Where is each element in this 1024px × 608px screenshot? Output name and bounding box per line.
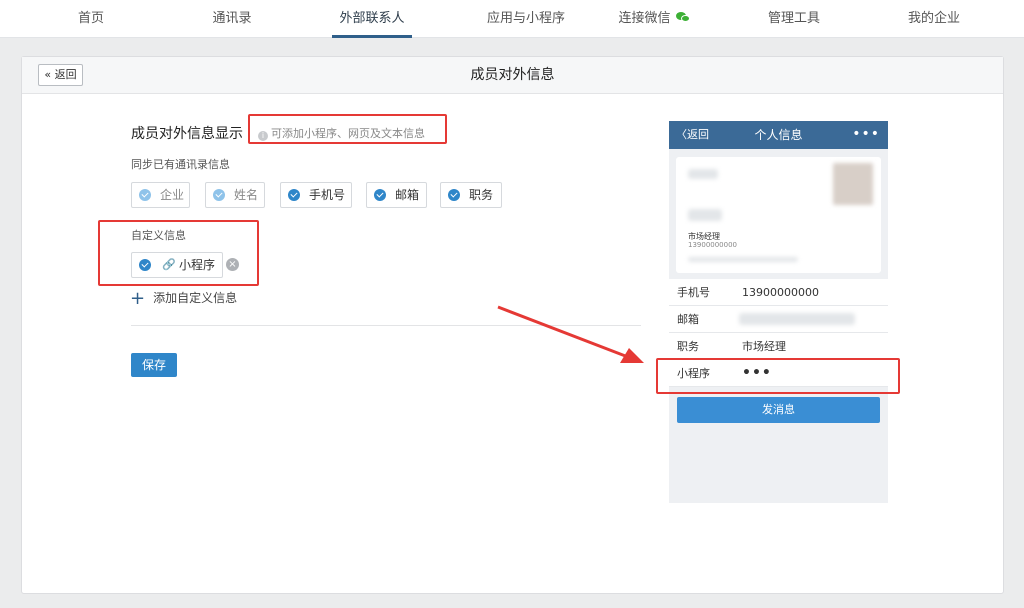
nav-item-external-contacts[interactable]: 外部联系人 — [332, 0, 412, 38]
wechat-icon — [675, 12, 690, 23]
nav-item-home[interactable]: 首页 — [62, 0, 120, 38]
nav-label: 应用与小程序 — [486, 11, 565, 26]
pointer-arrow-icon — [497, 305, 644, 363]
main-panel: 成员对外信息 « 返回 成员对外信息显示 i 可添加小程序、网页及文本信息 同步已… — [21, 56, 1004, 594]
nav-label: 我的企业 — [907, 11, 960, 26]
nav-item-apps[interactable]: 应用与小程序 — [470, 0, 582, 38]
nav-label: 管理工具 — [767, 11, 820, 26]
nav-item-my-company[interactable]: 我的企业 — [898, 0, 970, 38]
nav-label: 连接微信 — [618, 11, 671, 26]
top-nav: 首页 通讯录 外部联系人 应用与小程序 连接微信 管理工具 我的企业 — [0, 0, 1024, 38]
nav-label: 通讯录 — [212, 11, 252, 26]
nav-item-connect-wechat[interactable]: 连接微信 — [612, 0, 696, 38]
nav-item-contacts[interactable]: 通讯录 — [198, 0, 266, 38]
nav-label: 外部联系人 — [339, 11, 405, 26]
nav-label: 首页 — [77, 11, 104, 26]
nav-item-admin-tools[interactable]: 管理工具 — [758, 0, 830, 38]
